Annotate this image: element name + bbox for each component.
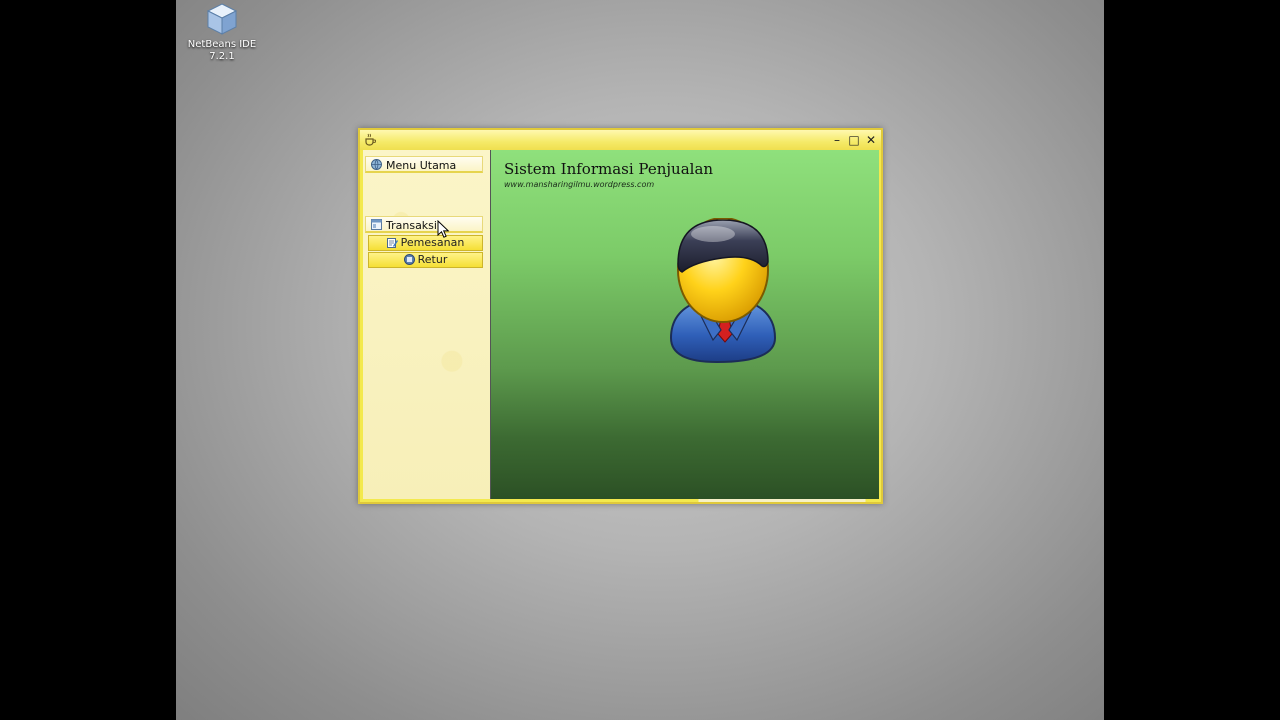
sidebar-header-label: Menu Utama xyxy=(386,159,457,172)
sidebar-item-pemesanan[interactable]: Pemesanan xyxy=(368,235,483,251)
page-title: Sistem Informasi Penjualan xyxy=(504,160,714,178)
sidebar-header-transaksi[interactable]: Transaksi xyxy=(365,216,483,233)
desktop-icon-label: NetBeans IDE xyxy=(187,39,257,50)
sidebar-panel: Menu Utama Transaksi Pemesanan Retur xyxy=(363,150,491,502)
sidebar-item-retur[interactable]: Retur xyxy=(368,252,483,268)
sidebar-item-label: Pemesanan xyxy=(400,236,465,249)
app-window: – □ ✕ Menu Utama Transaksi Pemesanan Ret… xyxy=(358,128,883,504)
close-button[interactable]: ✕ xyxy=(864,133,878,147)
form-edit-icon xyxy=(386,238,398,248)
sidebar-header-menu-utama[interactable]: Menu Utama xyxy=(365,156,483,173)
website-url: www.mansharingilmu.wordpress.com xyxy=(504,180,655,189)
user-avatar-icon xyxy=(669,218,777,364)
maximize-button[interactable]: □ xyxy=(847,133,861,147)
return-icon xyxy=(403,254,415,265)
mouse-pointer-icon xyxy=(437,220,449,238)
window-list-icon xyxy=(371,219,382,230)
netbeans-cube-icon xyxy=(206,3,238,35)
desktop-icon-version: 7.2.1 xyxy=(209,51,235,62)
java-cup-icon xyxy=(365,133,376,146)
window-bottom-edge xyxy=(360,499,881,502)
window-titlebar[interactable]: – □ ✕ xyxy=(360,130,881,150)
sidebar-item-label: Retur xyxy=(417,253,448,266)
main-content-panel: Sistem Informasi Penjualan www.mansharin… xyxy=(491,150,879,502)
globe-icon xyxy=(371,159,382,170)
desktop-icon-netbeans[interactable]: NetBeans IDE 7.2.1 xyxy=(186,2,258,63)
minimize-button[interactable]: – xyxy=(830,133,844,147)
sidebar-header-label: Transaksi xyxy=(386,219,437,232)
